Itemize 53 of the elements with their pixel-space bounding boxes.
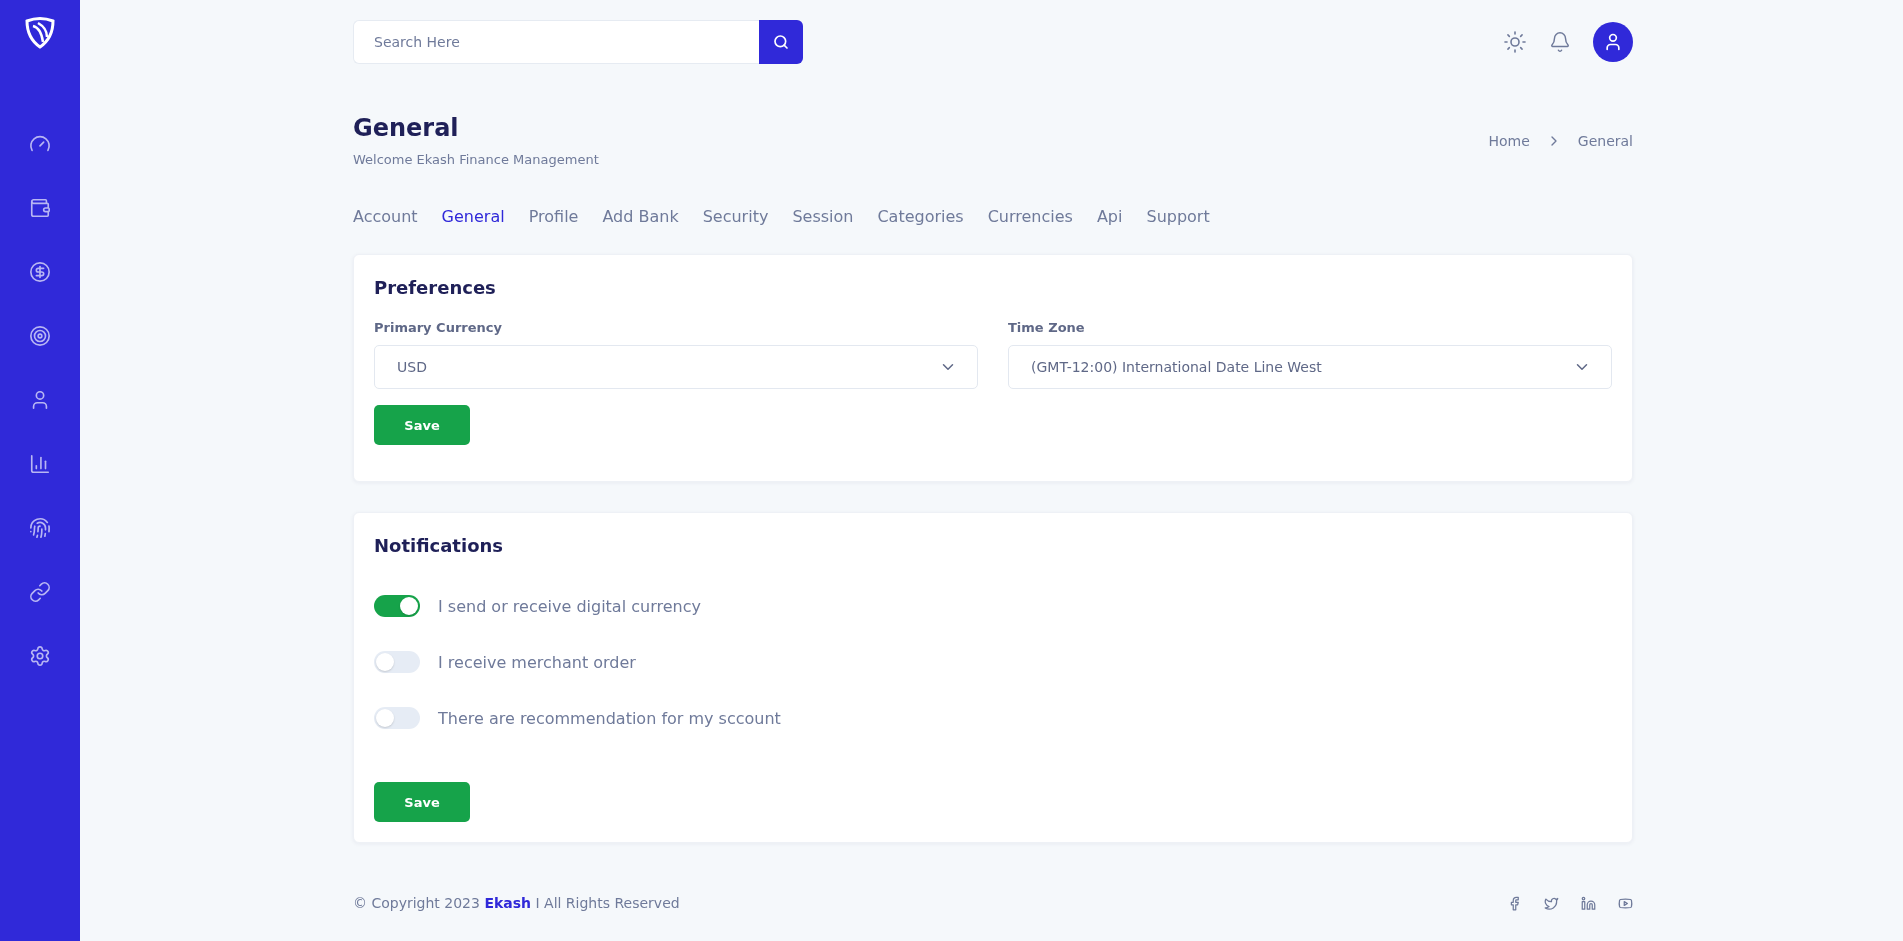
fingerprint-icon [29, 517, 51, 539]
toggle-label: I receive merchant order [438, 652, 636, 672]
select-field[interactable]: (GMT-12:00) International Date Line West [1008, 345, 1612, 389]
toggle-switch[interactable] [374, 595, 420, 617]
save-button[interactable]: Save [374, 782, 470, 822]
toggle-switch[interactable] [374, 707, 420, 729]
settings-tab[interactable]: Profile [528, 207, 579, 226]
field-label: Primary Currency [374, 320, 503, 335]
brand-link[interactable]: Ekash [484, 895, 531, 911]
bell-icon [1549, 31, 1571, 53]
linkedin-link[interactable] [1581, 895, 1596, 911]
settings-icon [29, 645, 51, 667]
sun-icon [1503, 30, 1527, 54]
search-icon [773, 34, 789, 50]
settings-tab[interactable]: Session [792, 207, 854, 226]
save-button[interactable]: Save [374, 405, 470, 445]
bar-chart-icon [29, 453, 51, 475]
select-field[interactable]: USD [374, 345, 978, 389]
card-title: Preferences [374, 277, 497, 298]
breadcrumb-link[interactable]: General [1577, 132, 1633, 149]
avatar[interactable] [1593, 22, 1633, 62]
linkedin-icon [1581, 895, 1596, 911]
twitter-link[interactable] [1544, 895, 1559, 911]
settings-tab[interactable]: Add Bank [602, 207, 679, 226]
twitter-icon [1544, 895, 1559, 911]
settings-tab[interactable]: Security [702, 207, 769, 226]
settings-tab[interactable]: Support [1146, 207, 1210, 226]
field-label: Time Zone [1008, 320, 1086, 335]
search-field[interactable]: Search Here [353, 20, 759, 64]
link-icon [29, 581, 51, 603]
shield-logo-icon [23, 16, 57, 50]
settings-tab[interactable]: Categories [877, 207, 964, 226]
toggle-label: I send or receive digital currency [438, 596, 701, 616]
target-icon [29, 325, 51, 347]
toggle-label: There are recommendation for my sccount [438, 708, 781, 728]
settings-tab[interactable]: General [441, 207, 505, 226]
youtube-link[interactable] [1618, 895, 1633, 911]
user-icon [1603, 32, 1623, 52]
theme-toggle-button[interactable] [1503, 30, 1527, 54]
search-button[interactable] [759, 20, 803, 64]
youtube-icon [1618, 895, 1633, 911]
page-title: General [353, 114, 460, 142]
dollar-coin-icon [29, 261, 51, 283]
wallet-icon [29, 197, 51, 219]
notifications-button[interactable] [1549, 31, 1571, 53]
copyright-text: © Copyright 2023 Ekash I All Rights Reserved [353, 895, 680, 911]
card-title: Notifications [374, 535, 505, 556]
settings-tab[interactable]: Account [353, 207, 418, 226]
breadcrumb-link[interactable]: Home [1488, 132, 1530, 149]
settings-tab[interactable]: Api [1096, 207, 1123, 226]
toggle-switch[interactable] [374, 651, 420, 673]
page-subtitle: Welcome Ekash Finance Management [353, 152, 599, 167]
settings-tab[interactable]: Currencies [987, 207, 1073, 226]
